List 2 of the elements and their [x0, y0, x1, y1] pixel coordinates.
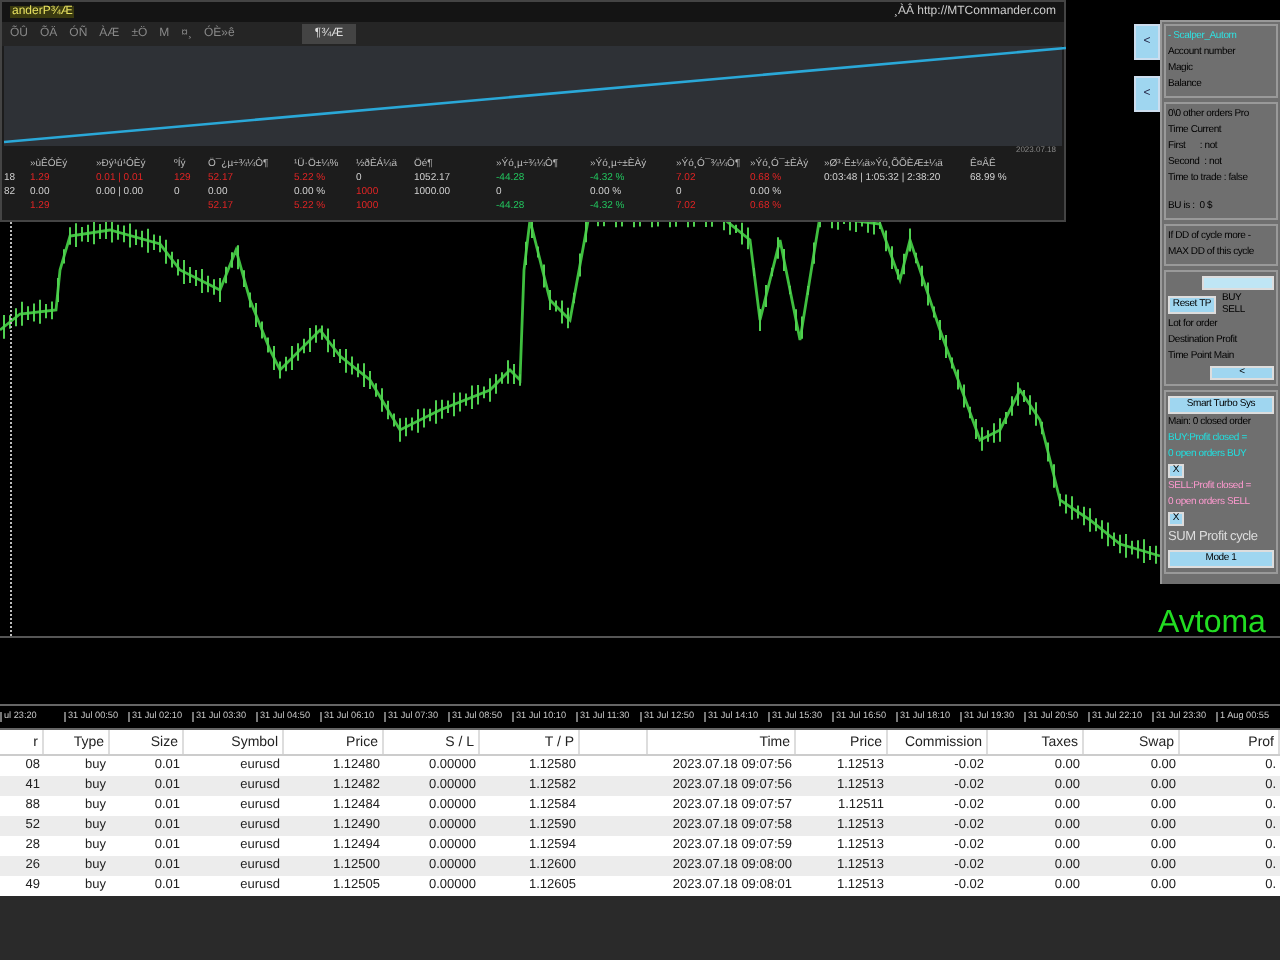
chart-label: Avtoma: [1158, 608, 1266, 640]
blank-button[interactable]: [1202, 276, 1274, 290]
